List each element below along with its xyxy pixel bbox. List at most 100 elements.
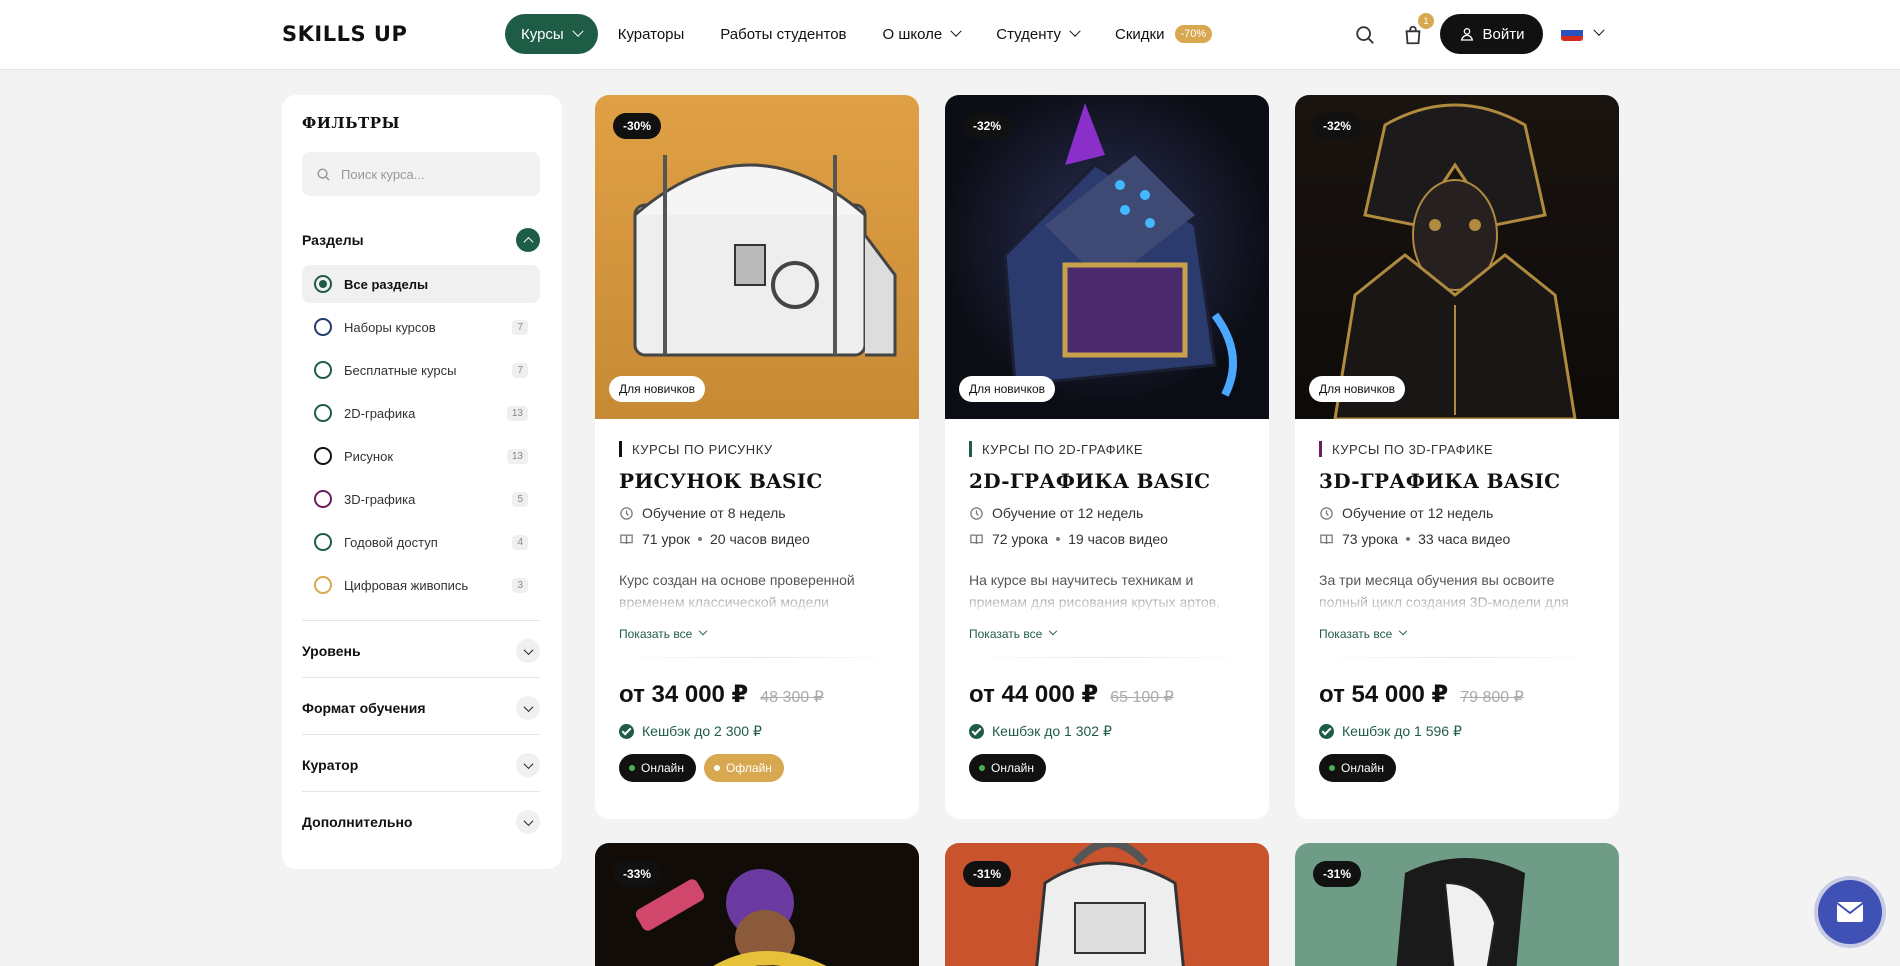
chevron-up-icon[interactable] xyxy=(516,228,540,252)
course-category: КУРСЫ ПО 2D-ГРАФИКЕ xyxy=(969,441,1249,457)
main-nav: Курсы Кураторы Работы студентов О школе … xyxy=(505,14,1248,54)
course-card[interactable]: -33% xyxy=(595,843,919,966)
format-label: Онлайн xyxy=(641,761,684,775)
nav-curators[interactable]: Кураторы xyxy=(618,14,685,54)
cashback: Кешбэк до 1 596 ₽ xyxy=(1319,723,1599,740)
chevron-down-icon[interactable] xyxy=(516,810,540,834)
language-switcher[interactable] xyxy=(1561,24,1605,41)
divider xyxy=(619,657,899,658)
course-category: КУРСЫ ПО РИСУНКУ xyxy=(619,441,899,457)
category-free-courses[interactable]: Бесплатные курсы 7 xyxy=(302,351,540,389)
nav-about-school-label: О школе xyxy=(882,25,943,43)
filter-format[interactable]: Формат обучения xyxy=(302,696,540,720)
show-all-label: Показать все xyxy=(969,627,1043,641)
divider xyxy=(302,620,540,621)
format-label: Офлайн xyxy=(725,761,772,775)
filter-level[interactable]: Уровень xyxy=(302,639,540,663)
category-all[interactable]: Все разделы xyxy=(302,265,540,303)
category-count: 13 xyxy=(506,405,528,421)
nav-student-works[interactable]: Работы студентов xyxy=(720,14,846,54)
login-label: Войти xyxy=(1482,25,1525,43)
course-image[interactable] xyxy=(1295,95,1619,421)
book-icon xyxy=(620,534,633,544)
category-course-sets[interactable]: Наборы курсов 7 xyxy=(302,308,540,346)
clock-icon xyxy=(970,506,983,520)
course-card-drawing[interactable]: -30% Для новичков КУРСЫ ПО РИСУНКУ РИСУН… xyxy=(595,95,919,819)
separator-dot xyxy=(1406,537,1411,541)
radio-icon xyxy=(314,361,332,379)
user-icon xyxy=(1460,28,1473,41)
course-lessons: 72 урока 19 часов видео xyxy=(969,531,1249,547)
nav-discounts[interactable]: Скидки -70% xyxy=(1115,14,1213,54)
category-label: Бесплатные курсы xyxy=(344,362,457,378)
price-row: от 34 000 ₽ 48 300 ₽ xyxy=(619,680,899,709)
price: от 44 000 ₽ xyxy=(969,681,1099,708)
discount-badge: -33% xyxy=(613,861,662,887)
course-card-2d[interactable]: -32% Для новичков КУРСЫ ПО 2D-ГРАФИКЕ 2D… xyxy=(945,95,1269,819)
separator-dot xyxy=(698,537,703,541)
price: от 34 000 ₽ xyxy=(619,681,749,708)
course-title[interactable]: 3D-ГРАФИКА BASIC xyxy=(1319,469,1599,493)
chevron-down-icon[interactable] xyxy=(516,696,540,720)
jester-3d-illustration xyxy=(1333,103,1577,421)
cashback: Кешбэк до 1 302 ₽ xyxy=(969,723,1249,740)
course-image[interactable] xyxy=(595,95,919,419)
duration-label: Обучение от 12 недель xyxy=(992,505,1144,521)
course-title[interactable]: 2D-ГРАФИКА BASIC xyxy=(969,469,1249,493)
nav-courses[interactable]: Курсы xyxy=(505,14,598,54)
format-label: Онлайн xyxy=(1341,761,1384,775)
radio-selected-icon xyxy=(314,275,332,293)
course-card-3d[interactable]: -32% Для новичков КУРСЫ ПО 3D-ГРАФИКЕ 3D… xyxy=(1295,95,1619,819)
duration-label: Обучение от 8 недель xyxy=(642,505,786,521)
sections-title: Разделы xyxy=(302,232,364,248)
category-digital-painting[interactable]: Цифровая живопись 3 xyxy=(302,566,540,604)
radio-icon xyxy=(314,447,332,465)
discount-badge: -32% xyxy=(1313,113,1362,139)
nav-discounts-label: Скидки xyxy=(1115,25,1165,43)
logo[interactable]: SKILLS UP xyxy=(282,22,407,46)
category-count: 3 xyxy=(512,577,528,593)
clock-icon xyxy=(1320,506,1333,520)
book-icon xyxy=(1320,534,1333,544)
level-badge: Для новичков xyxy=(959,376,1056,402)
show-all-link[interactable]: Показать все xyxy=(1319,626,1599,641)
course-lessons: 71 урок 20 часов видео xyxy=(619,531,899,547)
duration-label: Обучение от 12 недель xyxy=(1342,505,1494,521)
course-search-input[interactable] xyxy=(341,166,521,182)
show-all-link[interactable]: Показать все xyxy=(969,626,1249,641)
price: от 54 000 ₽ xyxy=(1319,681,1449,708)
search-icon xyxy=(317,167,330,181)
course-description: На курсе вы научитесь техникам и приемам… xyxy=(969,572,1221,610)
course-title[interactable]: РИСУНОК BASIC xyxy=(619,469,899,493)
nav-student[interactable]: Студенту xyxy=(996,14,1081,54)
course-description: За три месяца обучения вы освоите полный… xyxy=(1319,572,1569,610)
chevron-down-icon xyxy=(1049,626,1058,636)
category-drawing[interactable]: Рисунок 13 xyxy=(302,437,540,475)
course-card[interactable]: -31% xyxy=(1295,843,1619,966)
chest-2d-illustration xyxy=(1003,103,1237,397)
category-count: 7 xyxy=(512,319,528,335)
filter-curator[interactable]: Куратор xyxy=(302,753,540,777)
nav-about-school[interactable]: О школе xyxy=(882,14,962,54)
search-icon[interactable] xyxy=(1354,24,1376,46)
radio-icon xyxy=(314,576,332,594)
chevron-down-icon xyxy=(1399,626,1408,636)
course-image[interactable] xyxy=(945,95,1269,419)
category-annual-access[interactable]: Годовой доступ 4 xyxy=(302,523,540,561)
login-button[interactable]: Войти xyxy=(1440,14,1543,54)
chevron-down-icon[interactable] xyxy=(516,753,540,777)
old-price: 65 100 ₽ xyxy=(1110,689,1174,706)
category-3d-graphics[interactable]: 3D-графика 5 xyxy=(302,480,540,518)
category-2d-graphics[interactable]: 2D-графика 13 xyxy=(302,394,540,432)
sections-header[interactable]: Разделы xyxy=(302,228,540,252)
card-body: КУРСЫ ПО 3D-ГРАФИКЕ 3D-ГРАФИКА BASIC Обу… xyxy=(1319,441,1599,782)
contact-mail-button[interactable] xyxy=(1818,880,1882,944)
show-all-link[interactable]: Показать все xyxy=(619,626,899,641)
old-price: 79 800 ₽ xyxy=(1460,689,1524,706)
course-card[interactable]: -31% xyxy=(945,843,1269,966)
cart-count-badge: 1 xyxy=(1418,13,1434,29)
format-badges: Онлайн xyxy=(1319,754,1599,782)
category-label: Наборы курсов xyxy=(344,319,436,335)
chevron-down-icon[interactable] xyxy=(516,639,540,663)
filter-additional[interactable]: Дополнительно xyxy=(302,810,540,834)
